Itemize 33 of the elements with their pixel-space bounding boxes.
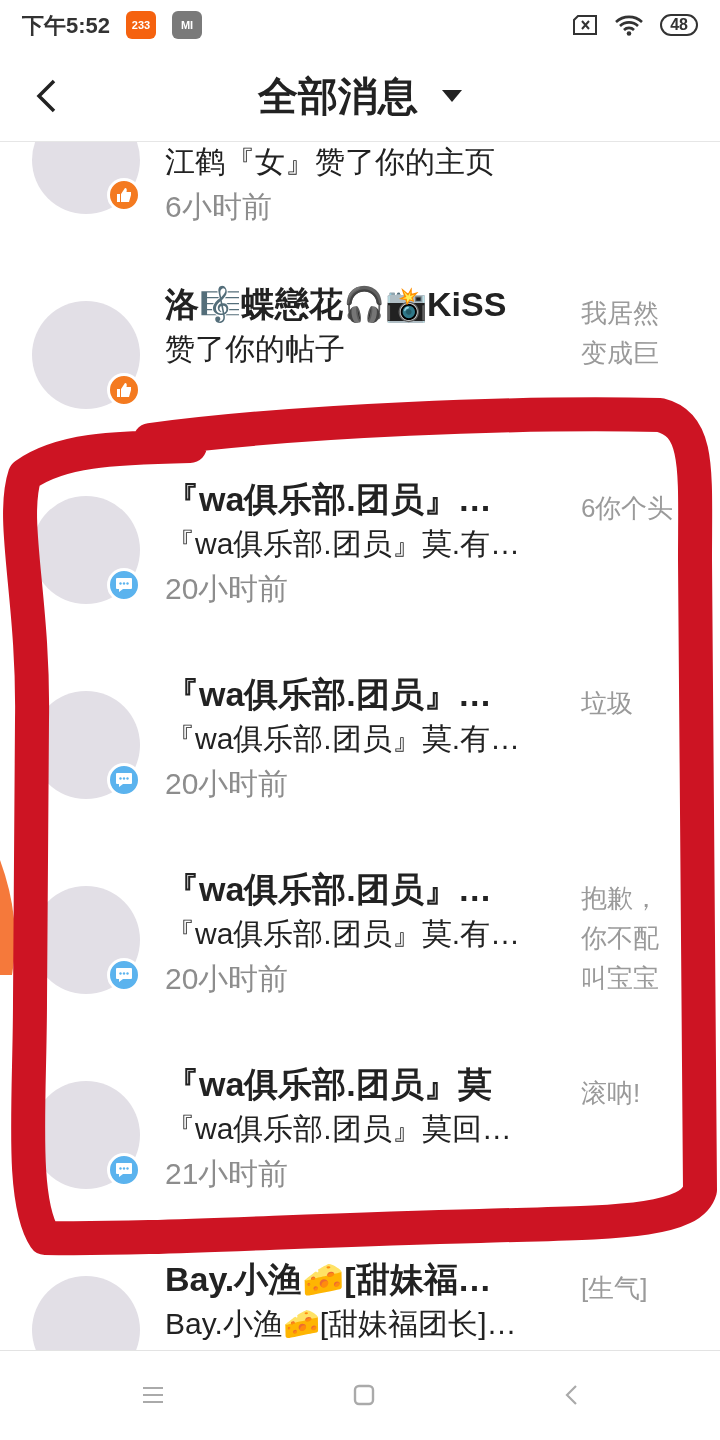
- sim-card-icon: [572, 15, 599, 35]
- message-text: 赞了你的帖子: [165, 331, 346, 367]
- page-title[interactable]: 全部消息: [258, 65, 418, 126]
- message-preview: 我居然变成巨: [580, 297, 660, 370]
- message-preview: 垃圾: [580, 687, 634, 720]
- store-notification-icon: MI: [172, 11, 203, 39]
- sender-name: 『wa俱乐部.团员』…: [165, 869, 493, 910]
- wifi-icon: [614, 14, 645, 36]
- message-preview: 6你个头: [580, 492, 675, 525]
- message-time: 20小时前: [165, 961, 290, 997]
- sender-name: Bay.小渔🧀[甜妹福…: [165, 1259, 493, 1300]
- sender-name: 『wa俱乐部.团员』…: [165, 674, 493, 715]
- status-time: 下午5:52: [22, 11, 111, 40]
- message-preview: [生气]: [580, 1272, 649, 1305]
- message-text: 『wa俱乐部.团员』莫.有…: [165, 721, 522, 757]
- sender-name: 『wa俱乐部.团员』…: [165, 479, 493, 520]
- message-text: 『wa俱乐部.团员』莫.有…: [165, 916, 522, 952]
- message-time: 6小时前: [165, 189, 273, 225]
- message-text: 江鹤『女』赞了你的主页: [165, 144, 496, 180]
- message-preview: 抱歉，你不配叫宝宝: [580, 882, 660, 995]
- back-icon[interactable]: [34, 77, 58, 114]
- app-notification-icon: 233: [126, 11, 157, 39]
- dropdown-caret-icon[interactable]: [442, 89, 462, 102]
- battery-level: 48: [660, 14, 698, 36]
- message-time: 20小时前: [165, 571, 290, 607]
- message-time: 20小时前: [165, 766, 290, 802]
- message-text: 『wa俱乐部.团员』莫回…: [165, 1111, 513, 1147]
- message-time: 21小时前: [165, 1156, 290, 1192]
- message-text: Bay.小渔🧀[甜妹福团长]…: [165, 1306, 518, 1342]
- message-preview: 滚呐!: [580, 1077, 642, 1110]
- sender-name: 『wa俱乐部.团员』莫: [165, 1064, 493, 1105]
- message-text: 『wa俱乐部.团员』莫.有…: [165, 526, 522, 562]
- sender-name: 洛🎼蝶戀花🎧📸KiSS: [165, 284, 508, 325]
